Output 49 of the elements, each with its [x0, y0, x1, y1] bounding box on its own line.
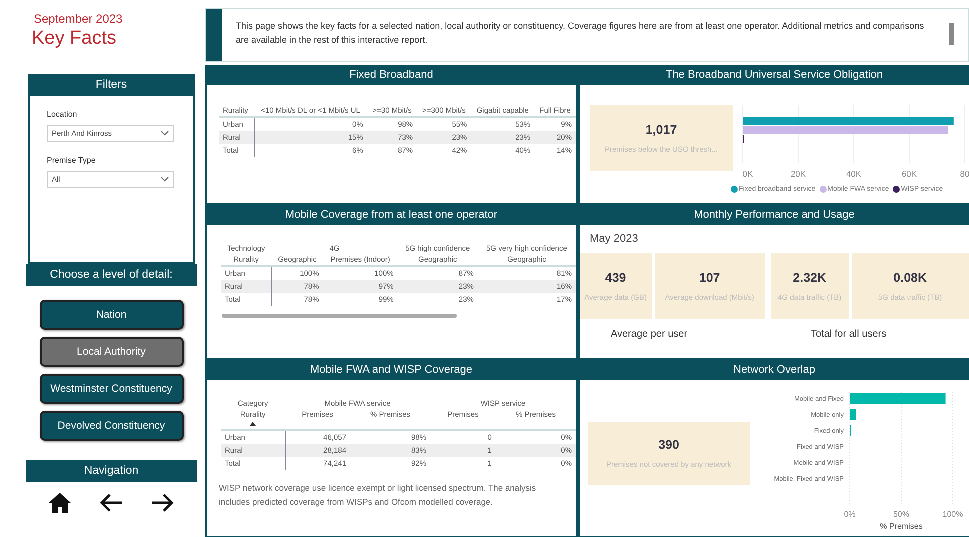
- panel-header: Fixed Broadband: [207, 65, 576, 85]
- axis-tick-label: 20K: [790, 169, 806, 179]
- detail-level-button[interactable]: Local Authority: [40, 337, 184, 367]
- intro-text: This page shows the key facts for a selected nation, local authority or constituency. Coverage figures here are from at least one operator. Additional metrics and comparisons are available in the rest of this interactive report.: [235, 20, 926, 48]
- panel-header: Mobile FWA and WISP Coverage: [207, 360, 576, 380]
- bar[interactable]: [850, 393, 946, 404]
- chevron-icon: [161, 177, 169, 182]
- sort-icon[interactable]: [250, 422, 256, 426]
- filter-label: Location: [47, 110, 78, 119]
- panel-header: The Broadband Universal Service Obligation: [580, 65, 969, 85]
- detail-level-button[interactable]: Nation: [40, 300, 184, 330]
- forward-arrow-icon[interactable]: [151, 493, 176, 513]
- kpi-value: 0.08K: [894, 270, 927, 284]
- scrollbar[interactable]: [222, 314, 457, 318]
- panel-header: Monthly Performance and Usage: [580, 205, 969, 225]
- bar[interactable]: [743, 117, 954, 125]
- kpi-value: 2.32K: [793, 270, 827, 284]
- axis-title: % Premises: [880, 522, 923, 530]
- page-title: Key Facts: [32, 28, 118, 50]
- chevron-icon: [161, 131, 169, 136]
- footnote: WISP network coverage use licence exempt or light licensed spectrum. The analysis includes predicted coverage from WISPs and Ofcom modelled coverage.: [219, 482, 538, 509]
- axis-tick-label: 0K: [742, 169, 754, 179]
- home-icon[interactable]: [48, 492, 72, 514]
- group-caption: Average per user: [611, 329, 689, 340]
- month-label: May 2023: [590, 233, 640, 245]
- axis-tick-label: 40K: [846, 169, 862, 179]
- report-period: September 2023: [34, 12, 124, 26]
- back-arrow-icon[interactable]: [99, 493, 124, 513]
- panel-header: Choose a level of detail:: [26, 264, 197, 286]
- detail-level-button[interactable]: Devolved Constituency: [40, 411, 184, 441]
- detail-level-button[interactable]: Westminster Constituency: [40, 374, 184, 404]
- panel-header: Mobile Coverage from at least one operator: [207, 205, 576, 225]
- bar[interactable]: [743, 126, 948, 134]
- axis-tick-label: 0%: [844, 510, 856, 519]
- accent-bar: [206, 9, 222, 61]
- panel-header: Network Overlap: [580, 360, 969, 380]
- axis-tick-label: 60K: [902, 169, 918, 179]
- panel-header: Filters: [28, 74, 195, 96]
- kpi-value: 107: [699, 270, 720, 284]
- filter-label: Premise Type: [47, 156, 97, 165]
- kpi-value: 1,017: [646, 122, 678, 136]
- kpi-value: 439: [605, 270, 626, 284]
- scrollbar[interactable]: [949, 23, 954, 45]
- panel-header: Navigation: [26, 460, 197, 482]
- axis-tick-label: 50%: [894, 510, 910, 519]
- axis-tick-label: 100%: [942, 510, 964, 519]
- kpi-value: 390: [658, 438, 680, 452]
- group-caption: Total for all users: [811, 329, 887, 340]
- bar[interactable]: [850, 409, 856, 420]
